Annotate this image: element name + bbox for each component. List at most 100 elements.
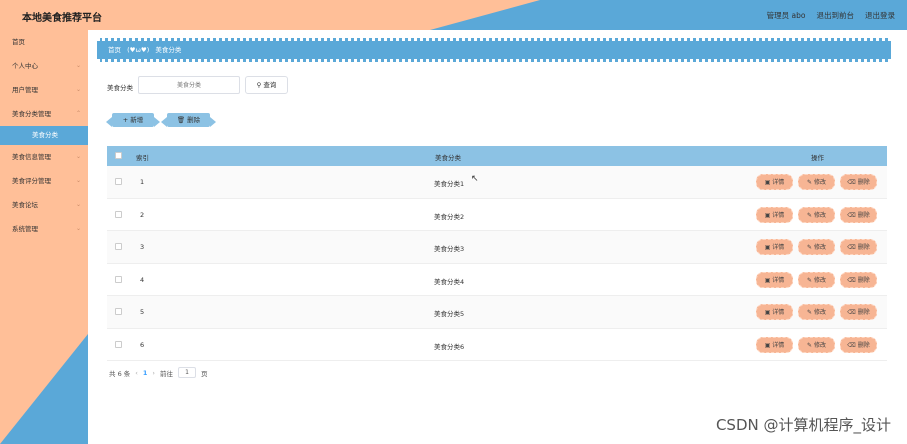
- table-row: 2 美食分类2 ▣ 详情 ✎ 修改 ⌫ 删除: [107, 198, 887, 231]
- detail-label: 详情: [772, 211, 785, 219]
- delete-button-label: 删除: [187, 116, 201, 124]
- detail-button[interactable]: ▣ 详情: [756, 336, 793, 353]
- delete-button[interactable]: ⌫ 删除: [840, 174, 877, 190]
- page-number-current[interactable]: 1: [143, 369, 148, 377]
- row-checkbox[interactable]: [115, 308, 122, 315]
- next-page-icon[interactable]: ›: [152, 369, 155, 377]
- chevron-down-icon: ⌄: [75, 177, 81, 184]
- row-category: 美食分类5: [434, 310, 465, 318]
- detail-button[interactable]: ▣ 详情: [756, 239, 793, 255]
- search-button[interactable]: ⚲ 查询: [245, 76, 288, 94]
- delete-button[interactable]: ⌫ 删除: [840, 271, 877, 288]
- edit-button[interactable]: ✎ 修改: [798, 174, 835, 190]
- sidebar: 首页 个人中心 ⌄ 用户管理 ⌄ 美食分类管理 ⌃ 美食分类 美食信息管理 ⌄ …: [0, 30, 88, 444]
- sidebar-item-category-mgmt[interactable]: 美食分类管理 ⌃: [0, 102, 88, 126]
- column-header-category: 美食分类: [435, 154, 461, 162]
- sidebar-item-home[interactable]: 首页: [0, 30, 88, 54]
- row-checkbox[interactable]: [115, 178, 122, 185]
- delete-label: 删除: [857, 211, 870, 219]
- sidebar-item-label: 美食分类管理: [12, 110, 51, 118]
- delete-label: 删除: [857, 244, 870, 251]
- edit-button[interactable]: ✎ 修改: [798, 206, 835, 223]
- row-index: 5: [140, 308, 145, 316]
- chevron-down-icon: ⌄: [75, 201, 81, 208]
- sidebar-item-forum[interactable]: 美食论坛 ⌄: [0, 193, 88, 217]
- column-header-actions: 操作: [811, 154, 824, 162]
- sidebar-item-label: 个人中心: [12, 62, 38, 70]
- edit-label: 修改: [813, 341, 826, 349]
- batch-delete-button[interactable]: 🗑 删除: [161, 113, 216, 127]
- app-title: 本地美食推荐平台: [22, 13, 102, 24]
- goto-label: 前往: [160, 369, 174, 378]
- delete-button[interactable]: ⌫ 删除: [840, 206, 877, 223]
- sidebar-subitem-category[interactable]: 美食分类: [0, 126, 88, 145]
- add-button[interactable]: + 新增: [106, 113, 160, 127]
- table-row: 5 美食分类5 ▣ 详情 ✎ 修改 ⌫ 删除: [107, 296, 887, 329]
- edit-icon: ✎: [807, 211, 813, 219]
- admin-label: 管理员 abo: [766, 11, 806, 20]
- detail-button[interactable]: ▣ 详情: [756, 174, 793, 190]
- edit-icon: ✎: [807, 309, 813, 316]
- edit-button[interactable]: ✎ 修改: [798, 304, 835, 320]
- search-input[interactable]: [138, 76, 240, 94]
- row-index: 2: [140, 210, 145, 219]
- row-checkbox[interactable]: [115, 275, 122, 283]
- edit-button[interactable]: ✎ 修改: [798, 271, 835, 288]
- detail-label: 详情: [772, 244, 785, 251]
- chevron-down-icon: ⌄: [75, 153, 81, 160]
- detail-label: 详情: [772, 276, 785, 284]
- detail-label: 详情: [772, 309, 785, 316]
- select-all-checkbox[interactable]: [115, 152, 122, 159]
- sidebar-item-profile[interactable]: 个人中心 ⌄: [0, 54, 88, 78]
- trash-icon: ⌫: [847, 341, 856, 349]
- detail-button[interactable]: ▣ 详情: [756, 304, 793, 320]
- row-checkbox[interactable]: [115, 340, 122, 348]
- row-checkbox[interactable]: [115, 210, 122, 218]
- row-index: 3: [140, 243, 145, 251]
- sidebar-decoration: [0, 334, 88, 444]
- goto-page-input[interactable]: 1: [178, 367, 197, 378]
- sidebar-item-system[interactable]: 系统管理 ⌄: [0, 217, 88, 241]
- sidebar-item-users[interactable]: 用户管理 ⌄: [0, 78, 88, 102]
- category-table: 索引 美食分类 操作 1 美食分类1 ▣ 详情 ✎ 修改 ⌫ 删除 2 美食分类…: [107, 146, 887, 361]
- breadcrumb-current: 美食分类: [155, 46, 182, 54]
- delete-button[interactable]: ⌫ 删除: [840, 336, 877, 353]
- edit-button[interactable]: ✎ 修改: [798, 239, 835, 255]
- sidebar-item-label: 美食信息管理: [12, 153, 51, 161]
- detail-button[interactable]: ▣ 详情: [756, 206, 793, 223]
- back-to-frontend-link[interactable]: 退出到前台: [817, 10, 855, 21]
- trash-icon: ⌫: [847, 179, 856, 186]
- row-index: 4: [140, 275, 145, 284]
- chevron-down-icon: ⌄: [75, 225, 81, 232]
- sidebar-item-label: 首页: [12, 38, 25, 46]
- delete-button[interactable]: ⌫ 删除: [840, 304, 877, 320]
- search-label: 美食分类: [107, 84, 133, 92]
- edit-icon: ✎: [807, 244, 813, 251]
- breadcrumb-home[interactable]: 首页: [108, 46, 121, 54]
- prev-page-icon[interactable]: ‹: [135, 369, 138, 377]
- row-checkbox[interactable]: [115, 243, 122, 250]
- page-suffix: 页: [201, 369, 208, 378]
- trash-icon: ⌫: [847, 309, 856, 316]
- table-header: 索引 美食分类 操作: [107, 146, 887, 166]
- plus-icon: +: [122, 116, 129, 124]
- table-row: 4 美食分类4 ▣ 详情 ✎ 修改 ⌫ 删除: [107, 263, 887, 296]
- breadcrumb: 首页 (♥ω♥) 美食分类: [97, 38, 891, 62]
- header-links: 管理员 abo 退出到前台 退出登录: [767, 10, 895, 21]
- sidebar-item-ratings[interactable]: 美食评分管理 ⌄: [0, 169, 88, 193]
- top-header: 本地美食推荐平台 管理员 abo 退出到前台 退出登录: [0, 0, 907, 30]
- sidebar-item-label: 用户管理: [12, 86, 38, 94]
- pagination: 共 6 条 ‹ 1 › 前往 1 页: [109, 367, 208, 378]
- sidebar-item-food-info[interactable]: 美食信息管理 ⌄: [0, 145, 88, 169]
- delete-button[interactable]: ⌫ 删除: [840, 239, 877, 255]
- table-row: 1 美食分类1 ▣ 详情 ✎ 修改 ⌫ 删除: [107, 166, 887, 199]
- edit-button[interactable]: ✎ 修改: [798, 336, 835, 353]
- row-category: 美食分类4: [434, 277, 465, 286]
- row-index: 6: [140, 340, 145, 349]
- edit-icon: ✎: [807, 276, 813, 284]
- logout-link[interactable]: 退出登录: [865, 10, 895, 21]
- trash-icon: 🗑: [176, 116, 186, 124]
- edit-label: 修改: [813, 276, 826, 284]
- total-count: 共 6 条: [109, 369, 131, 378]
- detail-button[interactable]: ▣ 详情: [756, 271, 793, 288]
